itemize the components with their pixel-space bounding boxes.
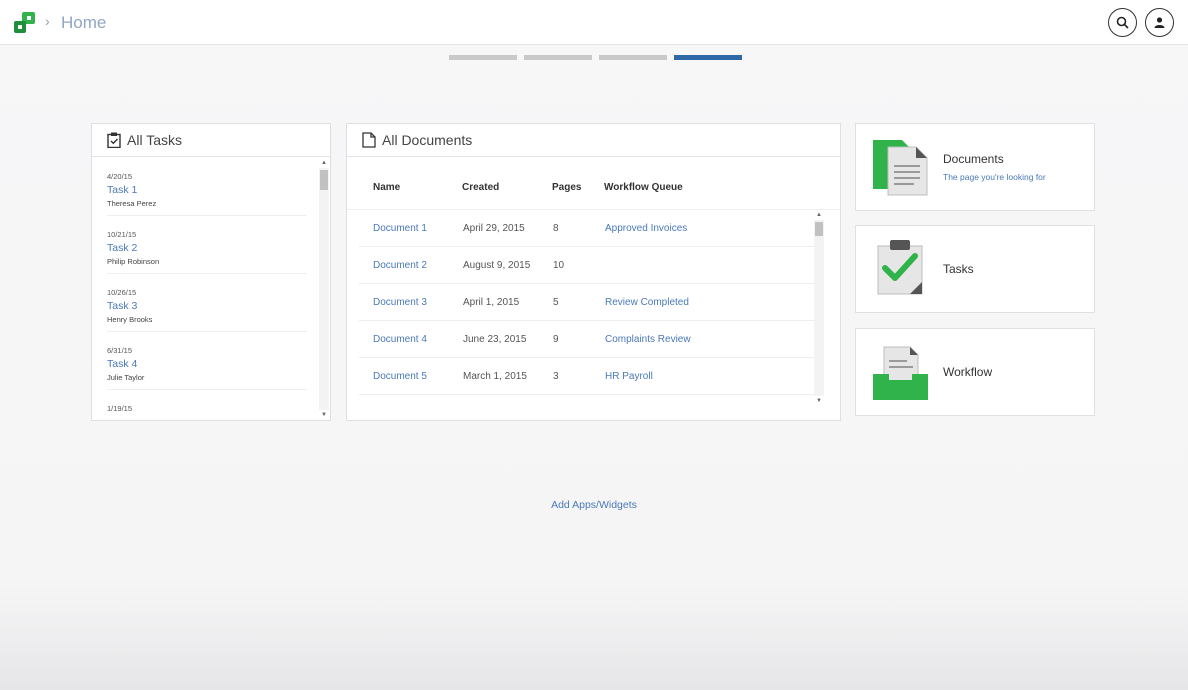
task-assignee: Philip Robinson [107, 257, 160, 266]
document-created: April 1, 2015 [463, 297, 520, 308]
search-button[interactable] [1108, 8, 1137, 37]
table-row[interactable]: Document 5 March 1, 2015 3 HR Payroll [359, 358, 814, 395]
all-documents-title: All Documents [382, 132, 473, 148]
page-dot-2[interactable] [524, 55, 592, 60]
documents-app-icon [873, 140, 928, 196]
all-documents-widget: All Documents Name Created Pages Workflo… [346, 123, 841, 421]
table-row[interactable]: Document 3 April 1, 2015 5 Review Comple… [359, 284, 814, 321]
user-button[interactable] [1145, 8, 1174, 37]
clipboard-check-icon [107, 132, 121, 148]
task-date: 1/19/15 [107, 404, 133, 413]
document-created: April 29, 2015 [463, 223, 525, 234]
app-logo-icon[interactable] [13, 12, 37, 34]
tasks-app-tile[interactable]: Tasks [855, 225, 1095, 313]
document-created: March 1, 2015 [463, 371, 527, 382]
document-queue-link[interactable]: Approved Invoices [605, 223, 687, 234]
column-header-created[interactable]: Created [462, 182, 499, 193]
top-bar: › Home [0, 0, 1188, 45]
all-tasks-widget: All Tasks 4/20/15 Task 1 Theresa Perez 1… [91, 123, 331, 421]
document-pages: 8 [553, 223, 559, 234]
all-documents-header: All Documents [347, 124, 840, 157]
document-queue-link[interactable]: HR Payroll [605, 371, 653, 382]
task-link[interactable]: Task 3 [107, 298, 307, 314]
task-date: 4/20/15 [107, 172, 133, 181]
scroll-down-arrow-icon[interactable]: ▼ [814, 396, 824, 406]
workflow-app-icon [873, 346, 928, 400]
document-name-link[interactable]: Document 1 [373, 223, 427, 234]
table-row[interactable]: Document 2 August 9, 2015 10 [359, 247, 814, 284]
task-assignee: Julie Taylor [107, 373, 145, 382]
document-name-link[interactable]: Document 3 [373, 297, 427, 308]
page-indicator [449, 55, 742, 60]
scroll-down-arrow-icon[interactable]: ▼ [319, 410, 329, 420]
document-pages: 9 [553, 334, 559, 345]
search-icon [1116, 16, 1129, 29]
document-pages: 5 [553, 297, 559, 308]
documents-app-tile[interactable]: Documents The page you're looking for [855, 123, 1095, 211]
task-item[interactable]: 6/31/15 Task 4 Julie Taylor [107, 332, 307, 390]
breadcrumb-home[interactable]: Home [61, 13, 106, 33]
scroll-thumb[interactable] [815, 222, 823, 236]
page-dot-3[interactable] [599, 55, 667, 60]
column-header-workflow-queue[interactable]: Workflow Queue [604, 182, 683, 193]
document-icon [362, 132, 376, 148]
task-link[interactable]: Task 4 [107, 356, 307, 372]
scroll-thumb[interactable] [320, 170, 328, 190]
page-dot-1[interactable] [449, 55, 517, 60]
documents-table-header: Name Created Pages Workflow Queue [347, 158, 840, 210]
task-date: 6/31/15 [107, 346, 133, 355]
add-apps-widgets-link[interactable]: Add Apps/Widgets [0, 499, 1188, 511]
workflow-app-tile[interactable]: Workflow [855, 328, 1095, 416]
task-date: 10/26/15 [107, 288, 137, 297]
document-name-link[interactable]: Document 4 [373, 334, 427, 345]
task-item[interactable]: 10/26/15 Task 3 Henry Brooks [107, 274, 307, 332]
user-icon [1154, 17, 1165, 28]
documents-app-subtitle: The page you're looking for [943, 172, 1046, 182]
document-created: August 9, 2015 [463, 260, 531, 271]
task-date: 10/21/15 [107, 230, 137, 239]
page-dot-4[interactable] [674, 55, 742, 60]
tasks-app-title: Tasks [943, 262, 974, 276]
documents-scrollbar[interactable]: ▲ ▼ [814, 210, 824, 406]
scroll-track[interactable] [814, 220, 824, 396]
table-row[interactable]: Document 1 April 29, 2015 8 Approved Inv… [359, 210, 814, 247]
document-pages: 10 [553, 260, 565, 271]
tasks-app-icon [877, 240, 923, 295]
task-item[interactable]: 4/20/15 Task 1 Theresa Perez [107, 158, 307, 216]
document-name-link[interactable]: Document 5 [373, 371, 427, 382]
task-item[interactable]: 1/19/15 [107, 390, 307, 420]
all-tasks-title: All Tasks [127, 132, 182, 148]
workflow-app-title: Workflow [943, 365, 993, 379]
documents-app-title: Documents [943, 152, 1004, 166]
scroll-track[interactable] [319, 168, 329, 410]
scroll-up-arrow-icon[interactable]: ▲ [814, 210, 824, 220]
breadcrumb-separator: › [45, 13, 50, 29]
scroll-up-arrow-icon[interactable]: ▲ [319, 158, 329, 168]
task-link[interactable]: Task 1 [107, 182, 307, 198]
table-row[interactable]: Document 4 June 23, 2015 9 Complaints Re… [359, 321, 814, 358]
document-queue-link[interactable]: Review Completed [605, 297, 689, 308]
all-tasks-header: All Tasks [92, 124, 330, 157]
task-assignee: Henry Brooks [107, 315, 153, 324]
tasks-scrollbar[interactable]: ▲ ▼ [319, 158, 329, 420]
task-assignee: Theresa Perez [107, 199, 157, 208]
document-queue-link[interactable]: Complaints Review [605, 334, 691, 345]
column-header-name[interactable]: Name [373, 182, 400, 193]
task-link[interactable]: Task 2 [107, 240, 307, 256]
documents-table-body: Document 1 April 29, 2015 8 Approved Inv… [359, 210, 814, 395]
document-name-link[interactable]: Document 2 [373, 260, 427, 271]
document-pages: 3 [553, 371, 559, 382]
column-header-pages[interactable]: Pages [552, 182, 581, 193]
document-created: June 23, 2015 [463, 334, 527, 345]
task-item[interactable]: 10/21/15 Task 2 Philip Robinson [107, 216, 307, 274]
task-list: 4/20/15 Task 1 Theresa Perez 10/21/15 Ta… [92, 158, 318, 420]
